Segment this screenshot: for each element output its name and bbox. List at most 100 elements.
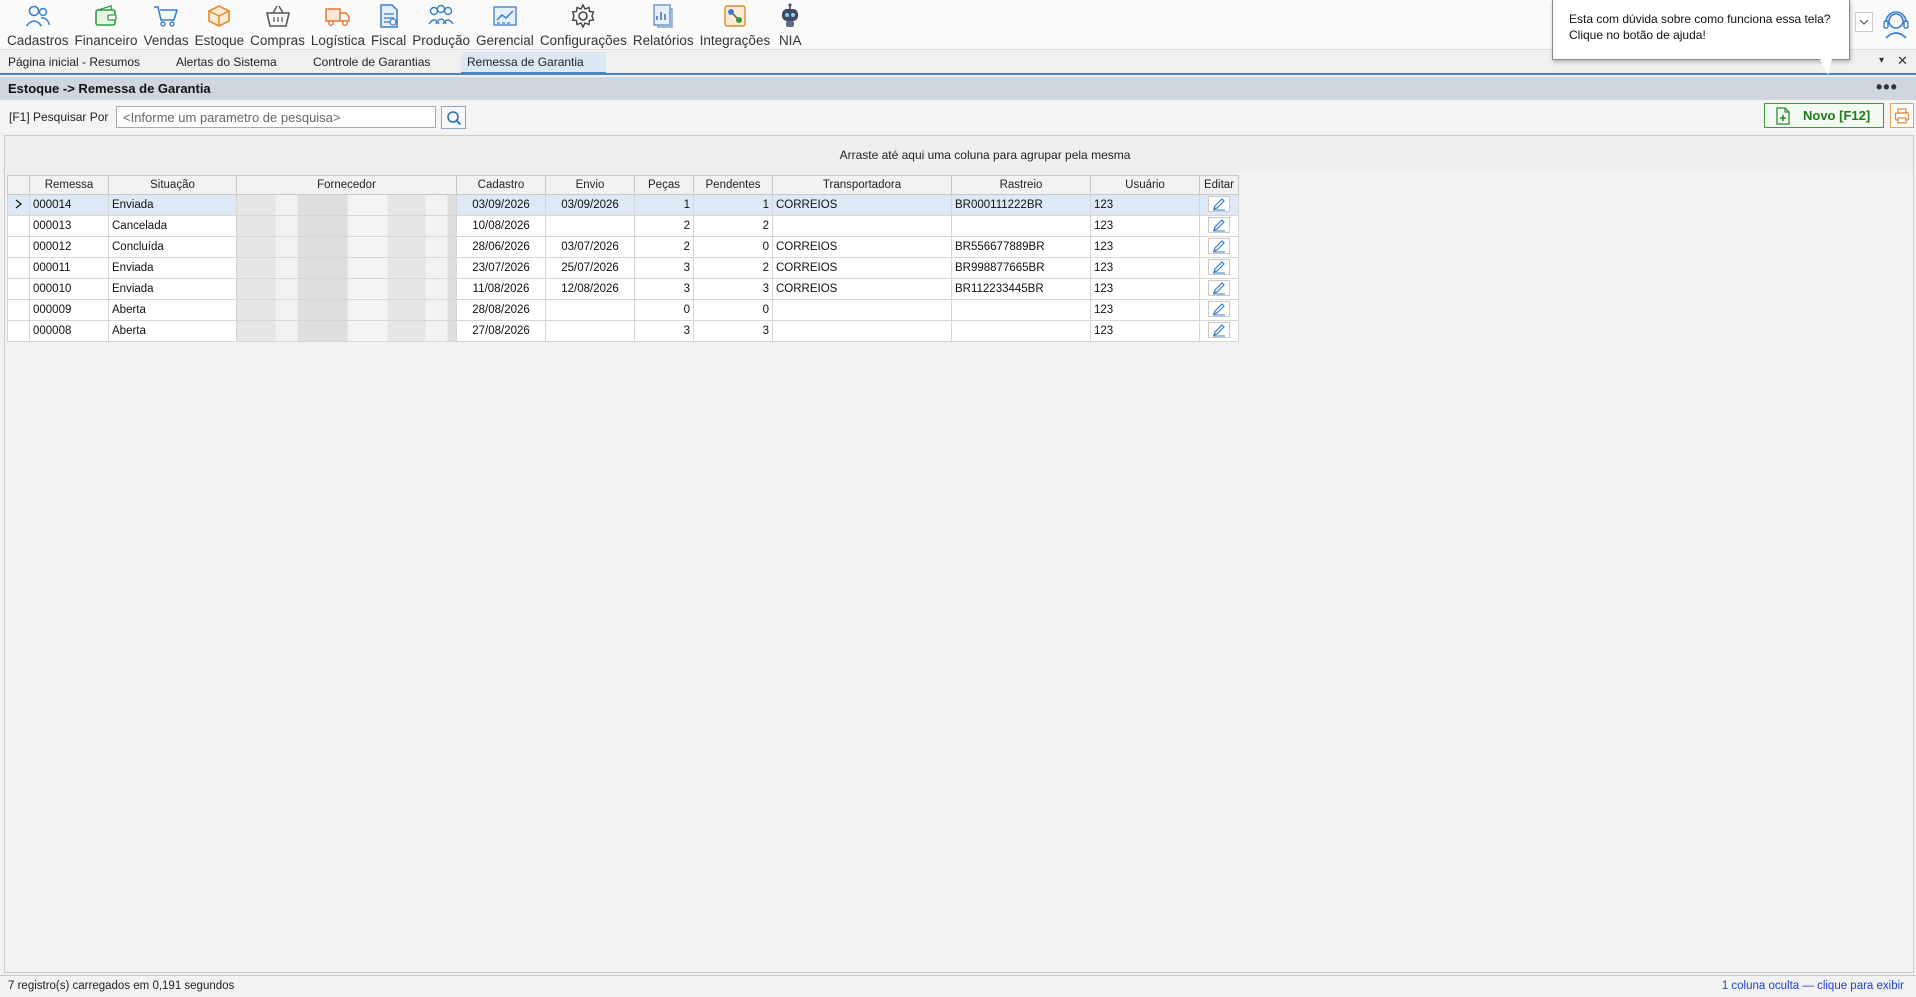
col-situacao[interactable]: Situação — [108, 175, 237, 195]
cell-remessa: 000008 — [29, 320, 109, 342]
table-row[interactable]: 000009 Aberta 28/08/2026 0 0 123 — [7, 299, 1239, 321]
col-usuario[interactable]: Usuário — [1090, 175, 1200, 195]
new-button-label: Novo [F12] — [1803, 108, 1871, 123]
printer-icon — [1894, 107, 1910, 124]
menu-vendas[interactable]: Vendas — [141, 0, 192, 48]
pencil-icon — [1213, 282, 1225, 295]
menu-integracoes[interactable]: Integrações — [697, 0, 774, 48]
cell-pecas: 3 — [634, 320, 694, 342]
tab-list-dropdown[interactable]: ▾ — [1879, 55, 1884, 66]
basket-icon — [264, 2, 292, 30]
col-remessa[interactable]: Remessa — [29, 175, 109, 195]
row-indicator — [7, 257, 30, 279]
edit-button[interactable] — [1208, 280, 1230, 296]
group-by-panel[interactable]: Arraste até aqui uma coluna para agrupar… — [5, 136, 1913, 174]
tab-controle-garantias[interactable]: Controle de Garantias — [307, 52, 436, 74]
table-row[interactable]: 000013 Cancelada 10/08/2026 2 2 123 — [7, 215, 1239, 237]
menu-label: Cadastros — [7, 33, 69, 48]
cell-pecas: 1 — [634, 194, 694, 216]
col-envio[interactable]: Envio — [545, 175, 635, 195]
tab-pagina-inicial[interactable]: Página inicial - Resumos — [2, 52, 146, 74]
cell-usuario: 123 — [1090, 257, 1200, 279]
menu-fiscal[interactable]: Fiscal — [368, 0, 409, 48]
col-cadastro[interactable]: Cadastro — [456, 175, 546, 195]
new-document-icon — [1776, 107, 1790, 125]
row-indicator — [7, 215, 30, 237]
cell-pendentes: 0 — [693, 236, 773, 258]
edit-button[interactable] — [1208, 259, 1230, 275]
cell-cadastro: 10/08/2026 — [456, 215, 546, 237]
edit-button[interactable] — [1208, 217, 1230, 233]
search-icon — [446, 110, 461, 125]
menu-financeiro[interactable]: Financeiro — [72, 0, 141, 48]
col-fornecedor[interactable]: Fornecedor — [236, 175, 457, 195]
menu-producao[interactable]: Produção — [409, 0, 473, 48]
table-row[interactable]: 000010 Enviada 11/08/2026 12/08/2026 3 3 CORRE… — [7, 278, 1239, 300]
help-tooltip-line1: Esta com dúvida sobre como funciona essa… — [1569, 12, 1831, 26]
cell-envio — [545, 215, 635, 237]
cell-usuario: 123 — [1090, 299, 1200, 321]
menu-nia[interactable]: NIA — [773, 0, 807, 48]
tab-remessa-garantia[interactable]: Remessa de Garantia — [461, 52, 606, 74]
new-button[interactable]: Novo [F12] — [1764, 103, 1884, 128]
menu-compras[interactable]: Compras — [247, 0, 308, 48]
cell-pecas: 0 — [634, 299, 694, 321]
robot-icon — [776, 2, 804, 30]
help-tooltip: Esta com dúvida sobre como funciona essa… — [1552, 0, 1850, 60]
user-dropdown-button[interactable] — [1855, 12, 1873, 32]
more-options-button[interactable]: ••• — [1876, 77, 1898, 98]
tab-alertas-sistema[interactable]: Alertas do Sistema — [170, 52, 283, 74]
menu-logistica[interactable]: Logística — [308, 0, 368, 48]
col-transportadora[interactable]: Transportadora — [772, 175, 952, 195]
cell-transportadora: CORREIOS — [772, 278, 952, 300]
cell-situacao: Enviada — [108, 194, 237, 216]
integration-icon — [721, 2, 749, 30]
col-pendentes[interactable]: Pendentes — [693, 175, 773, 195]
cell-cadastro: 27/08/2026 — [456, 320, 546, 342]
menu-cadastros[interactable]: Cadastros — [4, 0, 72, 48]
menu-estoque[interactable]: Estoque — [192, 0, 248, 48]
menu-configuracoes[interactable]: Configurações — [537, 0, 630, 48]
search-input[interactable] — [116, 106, 436, 128]
pencil-icon — [1213, 198, 1225, 211]
hidden-columns-link[interactable]: 1 coluna oculta — clique para exibir — [1722, 980, 1904, 992]
cell-pecas: 2 — [634, 236, 694, 258]
close-tab-button[interactable]: ✕ — [1897, 53, 1908, 69]
edit-button[interactable] — [1208, 238, 1230, 254]
remessa-table: Remessa Situação Fornecedor Cadastro Env… — [7, 175, 1239, 342]
cell-cadastro: 28/08/2026 — [456, 299, 546, 321]
edit-button[interactable] — [1208, 196, 1230, 212]
pencil-icon — [1213, 303, 1225, 316]
row-indicator — [7, 320, 30, 342]
menu-label: Financeiro — [74, 33, 138, 48]
cell-fornecedor — [236, 320, 457, 342]
table-row[interactable]: 000012 Concluída 28/06/2026 03/07/2026 2 0 COR… — [7, 236, 1239, 258]
edit-button[interactable] — [1208, 301, 1230, 317]
factory-icon — [427, 2, 455, 30]
col-rastreio[interactable]: Rastreio — [951, 175, 1091, 195]
table-row[interactable]: 000014 Enviada 03/09/2026 03/09/2026 1 1 CORRE… — [7, 194, 1239, 216]
table-row[interactable]: 000011 Enviada 23/07/2026 25/07/2026 3 2 CORRE… — [7, 257, 1239, 279]
col-pecas[interactable]: Peças — [634, 175, 694, 195]
table-row[interactable]: 000008 Aberta 27/08/2026 3 3 123 — [7, 320, 1239, 342]
cell-transportadora — [772, 215, 952, 237]
menu-gerencial[interactable]: Gerencial — [473, 0, 537, 48]
search-button[interactable] — [441, 106, 466, 129]
cell-pendentes: 1 — [693, 194, 773, 216]
edit-button[interactable] — [1208, 322, 1230, 338]
menu-label: Logística — [310, 33, 365, 48]
cell-fornecedor — [236, 257, 457, 279]
help-button[interactable] — [1880, 8, 1912, 40]
cell-cadastro: 11/08/2026 — [456, 278, 546, 300]
col-editar[interactable]: Editar — [1199, 175, 1239, 195]
cell-pecas: 3 — [634, 257, 694, 279]
help-tooltip-line2: Clique no botão de ajuda! — [1569, 28, 1706, 42]
print-button[interactable] — [1890, 103, 1914, 128]
cell-editar — [1199, 278, 1239, 300]
cell-envio: 03/09/2026 — [545, 194, 635, 216]
cell-envio — [545, 299, 635, 321]
breadcrumb: Estoque -> Remessa de Garantia ••• — [0, 77, 1916, 100]
menu-relatorios[interactable]: Relatórios — [630, 0, 697, 48]
search-label: [F1] Pesquisar Por — [9, 110, 109, 124]
users-icon — [24, 2, 52, 30]
